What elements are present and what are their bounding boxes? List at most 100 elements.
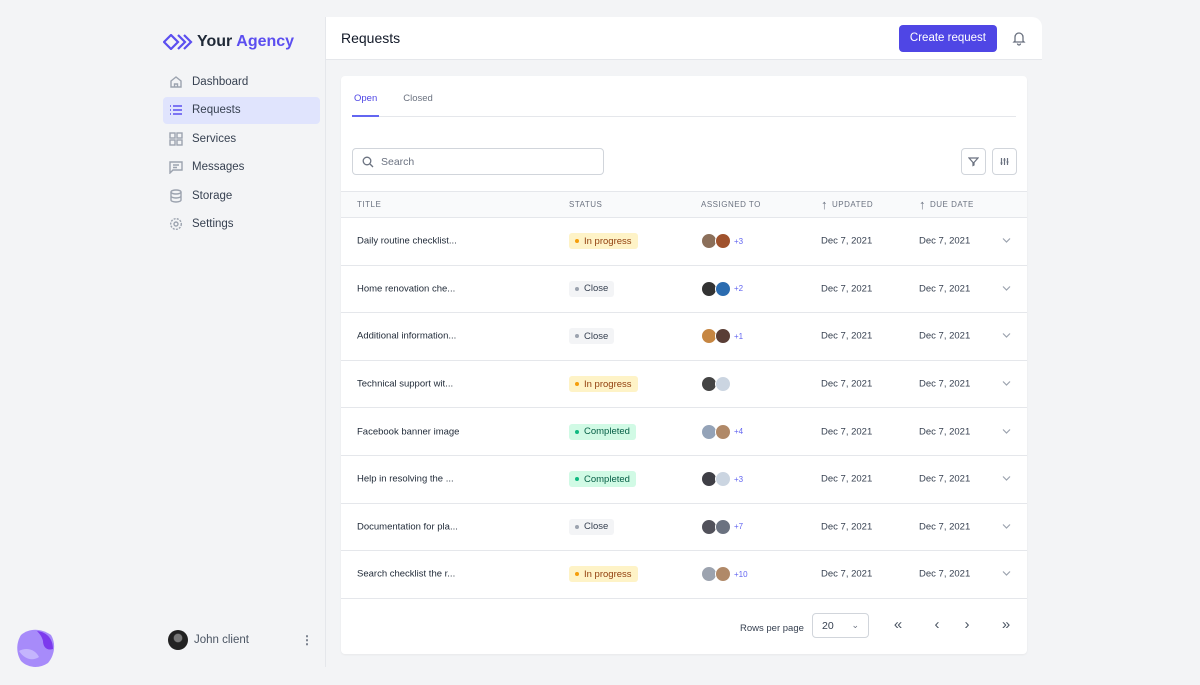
request-title[interactable]: Additional information... xyxy=(357,331,456,342)
status-badge: Close xyxy=(569,328,615,345)
assignees[interactable]: +10 xyxy=(701,566,748,583)
rows-per-page-value: 20 xyxy=(822,619,834,632)
table-row[interactable]: Technical support wit... In progress Dec… xyxy=(341,361,1027,409)
assignees[interactable]: +2 xyxy=(701,280,744,297)
col-due-date[interactable]: ↑ DUE DATE xyxy=(919,197,974,212)
col-assigned[interactable]: ASSIGNED TO xyxy=(701,200,761,209)
chevron-down-icon[interactable] xyxy=(1002,283,1011,294)
avatar xyxy=(715,518,731,535)
request-title[interactable]: Facebook banner image xyxy=(357,426,459,437)
chevron-down-icon[interactable] xyxy=(1002,379,1011,390)
col-status[interactable]: STATUS xyxy=(569,200,602,209)
sort-settings-button[interactable] xyxy=(992,148,1017,175)
sidebar-item-dashboard[interactable]: Dashboard xyxy=(163,68,320,95)
request-title[interactable]: Technical support wit... xyxy=(357,379,453,390)
last-page-icon[interactable]: » xyxy=(996,616,1016,633)
chevron-down-icon[interactable] xyxy=(1002,521,1011,532)
table-row[interactable]: Help in resolving the ... Completed +3 D… xyxy=(341,456,1027,504)
table-row[interactable]: Documentation for pla... Close +7 Dec 7,… xyxy=(341,504,1027,552)
extra-assignees-count: +2 xyxy=(734,284,744,294)
due-date: Dec 7, 2021 xyxy=(919,330,971,342)
status-badge: In progress xyxy=(569,233,638,250)
home-icon xyxy=(170,75,182,88)
extra-assignees-count: +3 xyxy=(734,474,744,484)
rows-per-page-select[interactable]: 20 ⌄ xyxy=(812,613,869,638)
updated-date: Dec 7, 2021 xyxy=(821,330,873,342)
filter-icon xyxy=(968,157,979,167)
chevron-down-icon[interactable] xyxy=(1002,331,1011,342)
tab-closed[interactable]: Closed xyxy=(401,76,435,117)
table-row[interactable]: Search checklist the r... In progress +1… xyxy=(341,551,1027,599)
sidebar-item-label: Storage xyxy=(192,189,233,202)
status-badge: Close xyxy=(569,518,615,535)
col-due-label: DUE DATE xyxy=(930,200,974,209)
table-row[interactable]: Facebook banner image Completed +4 Dec 7… xyxy=(341,408,1027,456)
sidebar-item-settings[interactable]: Settings xyxy=(163,211,320,238)
user-name: John client xyxy=(194,634,249,646)
user-menu[interactable]: John client ⋮ xyxy=(168,630,313,650)
status-label: In progress xyxy=(584,378,632,390)
status-label: In progress xyxy=(584,235,632,247)
agency-logo-icon xyxy=(163,34,193,50)
request-title[interactable]: Documentation for pla... xyxy=(357,521,458,532)
sidebar-item-storage[interactable]: Storage xyxy=(163,182,320,209)
sidebar-item-requests[interactable]: Requests xyxy=(163,96,320,124)
search-icon xyxy=(362,156,374,167)
table-row[interactable]: Additional information... Close +1 Dec 7… xyxy=(341,313,1027,361)
assignees[interactable] xyxy=(701,376,734,393)
assignees[interactable]: +4 xyxy=(701,423,744,440)
bell-icon[interactable] xyxy=(1011,30,1027,46)
chevron-down-icon[interactable] xyxy=(1002,236,1011,247)
table-row[interactable]: Home renovation che... Close +2 Dec 7, 2… xyxy=(341,266,1027,314)
next-page-icon[interactable]: › xyxy=(957,616,977,633)
status-badge: Completed xyxy=(569,471,636,488)
gear-icon xyxy=(169,218,183,231)
assignees[interactable]: +3 xyxy=(701,233,743,250)
chevron-down-icon[interactable] xyxy=(1002,426,1011,437)
col-updated[interactable]: ↑ UPDATED xyxy=(821,197,873,212)
col-title[interactable]: TITLE xyxy=(357,200,381,209)
first-page-icon[interactable]: « xyxy=(888,616,908,633)
assignees[interactable]: +1 xyxy=(701,328,744,345)
assignees[interactable]: +7 xyxy=(701,518,743,535)
user-avatar xyxy=(168,630,188,650)
sidebar-item-label: Messages xyxy=(192,161,245,174)
status-badge: In progress xyxy=(569,376,638,393)
due-date: Dec 7, 2021 xyxy=(919,521,971,533)
chevron-down-icon[interactable] xyxy=(1002,569,1011,580)
assignees[interactable]: +3 xyxy=(701,471,744,488)
request-title[interactable]: Daily routine checklist... xyxy=(357,236,457,247)
tab-open[interactable]: Open xyxy=(352,76,380,117)
request-title[interactable]: Search checklist the r... xyxy=(357,569,455,580)
search-input[interactable] xyxy=(381,155,581,168)
requests-card: Open Closed TITLE STATUS ASSIGNED TO ↑ UP… xyxy=(341,76,1027,654)
sidebar-item-label: Services xyxy=(192,132,237,145)
status-label: In progress xyxy=(584,568,632,580)
sliders-icon xyxy=(1000,158,1009,165)
create-request-button[interactable]: Create request xyxy=(898,24,997,52)
extra-assignees-count: +4 xyxy=(734,427,744,437)
page-title: Requests xyxy=(341,30,401,46)
chevron-down-icon[interactable] xyxy=(1002,474,1011,485)
brand-logo[interactable]: Your Agency xyxy=(163,33,294,51)
table-row[interactable]: Daily routine checklist... In progress +… xyxy=(341,218,1027,266)
avatar xyxy=(715,280,731,297)
avatar xyxy=(715,233,731,250)
col-updated-label: UPDATED xyxy=(832,200,874,209)
extra-assignees-count: +1 xyxy=(734,331,744,341)
filter-button[interactable] xyxy=(961,148,986,175)
request-title[interactable]: Home renovation che... xyxy=(357,283,455,294)
prev-page-icon[interactable]: ‹ xyxy=(927,616,947,633)
updated-date: Dec 7, 2021 xyxy=(821,426,873,438)
more-vertical-icon[interactable]: ⋮ xyxy=(301,634,313,646)
search-field[interactable] xyxy=(352,148,604,175)
sidebar-item-messages[interactable]: Messages xyxy=(163,154,320,181)
status-label: Close xyxy=(584,283,609,295)
updated-date: Dec 7, 2021 xyxy=(821,283,873,295)
updated-date: Dec 7, 2021 xyxy=(821,521,873,533)
rows-per-page-label: Rows per page xyxy=(740,623,804,634)
due-date: Dec 7, 2021 xyxy=(919,378,971,390)
sidebar-item-services[interactable]: Services xyxy=(163,125,320,152)
pagination: Rows per page 20 ⌄ « ‹ › » xyxy=(341,598,1027,654)
request-title[interactable]: Help in resolving the ... xyxy=(357,474,454,485)
